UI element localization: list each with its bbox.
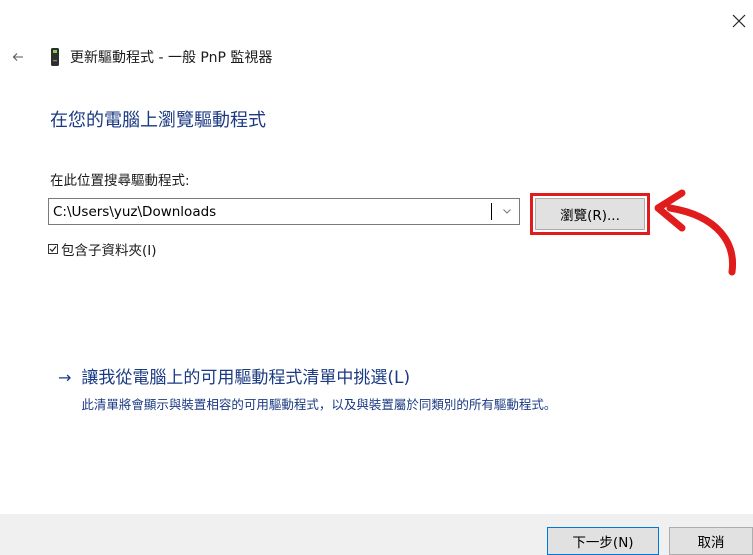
pick-from-list-description: 此清單將會顯示與裝置相容的可用驅動程式，以及與裝置屬於同類別的所有驅動程式。: [81, 397, 557, 412]
include-subfolders-label: 包含子資料夾(I): [61, 243, 157, 259]
page-heading: 在您的電腦上瀏覽驅動程式: [50, 110, 266, 131]
include-subfolders-option[interactable]: 包含子資料夾(I): [48, 239, 157, 259]
monitor-device-icon: [51, 48, 59, 66]
annotation-arrow-icon: [654, 189, 737, 276]
include-subfolders-checkbox[interactable]: [48, 244, 58, 254]
pick-from-list-option[interactable]: → 讓我從電腦上的可用驅動程式清單中挑選(L) 此清單將會顯示與裝置相容的可用驅…: [58, 367, 556, 413]
driver-path-combobox[interactable]: [48, 198, 520, 225]
close-button[interactable]: [728, 10, 750, 32]
driver-path-input[interactable]: [49, 199, 493, 224]
back-arrow-icon: [12, 53, 23, 61]
chevron-down-icon[interactable]: [501, 204, 513, 218]
window-title-bar: 更新驅動程式 - 一般 PnP 監視器: [48, 46, 272, 68]
text-caret: [491, 203, 492, 220]
cancel-button[interactable]: 取消: [669, 527, 753, 555]
close-icon: [732, 14, 746, 28]
next-button[interactable]: 下一步(N): [547, 527, 659, 555]
arrow-right-icon: →: [58, 368, 72, 387]
checkmark-icon: [49, 246, 57, 253]
browse-highlight-box: [530, 193, 650, 235]
back-button[interactable]: [8, 47, 28, 67]
pick-from-list-link[interactable]: 讓我從電腦上的可用驅動程式清單中挑選(L): [81, 367, 556, 389]
search-location-label: 在此位置搜尋驅動程式:: [50, 173, 190, 189]
window-title: 更新驅動程式 - 一般 PnP 監視器: [70, 50, 273, 66]
